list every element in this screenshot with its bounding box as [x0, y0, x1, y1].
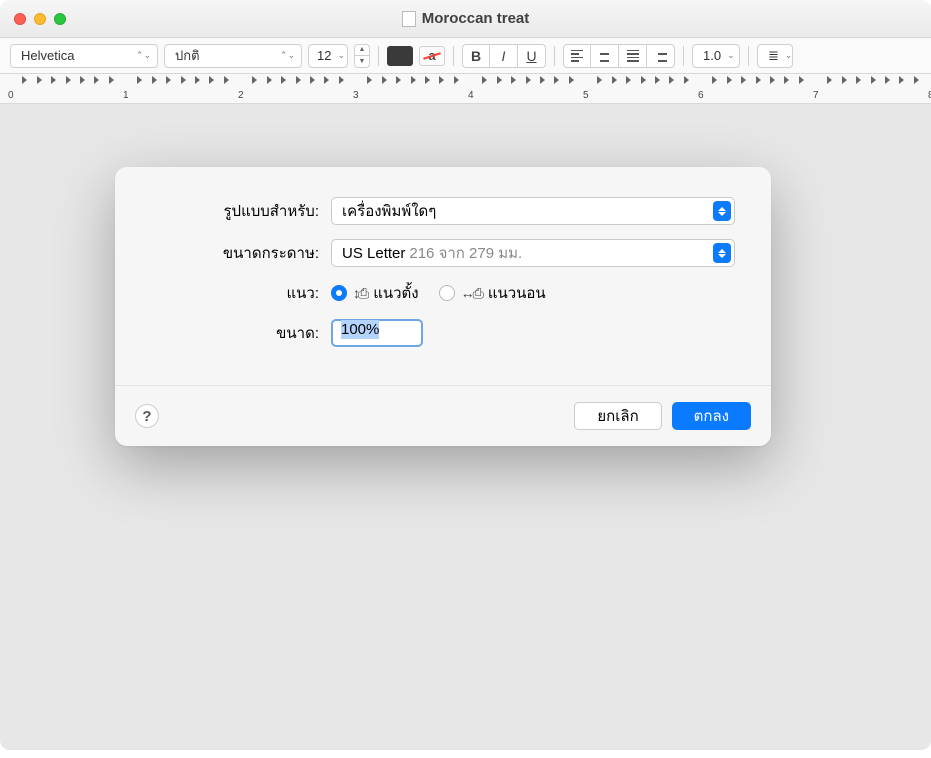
ok-button[interactable]: ตกลง [672, 402, 751, 430]
paper-size-select[interactable]: US Letter 216 จาก 279 มม. [331, 239, 735, 267]
orientation-portrait-label: แนวตั้ง [373, 281, 418, 305]
paper-size-value: US Letter [342, 245, 405, 262]
paper-size-label: ขนาดกระดาษ: [151, 241, 331, 265]
paper-size-detail: 216 จาก 279 มม. [409, 241, 522, 265]
radio-unselected-icon [439, 285, 455, 301]
page-setup-dialog: รูปแบบสำหรับ: เครื่องพิมพ์ใดๆ ขนาดกระดาษ… [115, 167, 771, 446]
orientation-landscape-radio[interactable]: ↔⎙ แนวนอน [439, 281, 546, 305]
portrait-icon: ↕⎙ [353, 285, 367, 302]
orientation-label: แนว: [151, 281, 331, 305]
scale-input[interactable]: 100% [331, 319, 423, 347]
select-arrows-icon [713, 201, 731, 221]
orientation-portrait-radio[interactable]: ↕⎙ แนวตั้ง [331, 281, 419, 305]
help-button[interactable]: ? [135, 404, 159, 428]
format-for-value: เครื่องพิมพ์ใดๆ [342, 199, 713, 223]
orientation-group: ↕⎙ แนวตั้ง ↔⎙ แนวนอน [331, 281, 546, 305]
app-window: Moroccan treat Helvetica ⌃⌄ ปกติ ⌃⌄ 12 ⌄… [0, 0, 931, 750]
cancel-button[interactable]: ยกเลิก [574, 402, 661, 430]
radio-selected-icon [331, 285, 347, 301]
select-arrows-icon [713, 243, 731, 263]
scale-value: 100% [341, 320, 379, 339]
format-for-select[interactable]: เครื่องพิมพ์ใดๆ [331, 197, 735, 225]
orientation-landscape-label: แนวนอน [488, 281, 546, 305]
format-for-label: รูปแบบสำหรับ: [151, 199, 331, 223]
landscape-icon: ↔⎙ [461, 285, 482, 302]
scale-label: ขนาด: [151, 321, 331, 345]
modal-overlay: รูปแบบสำหรับ: เครื่องพิมพ์ใดๆ ขนาดกระดาษ… [0, 0, 931, 750]
